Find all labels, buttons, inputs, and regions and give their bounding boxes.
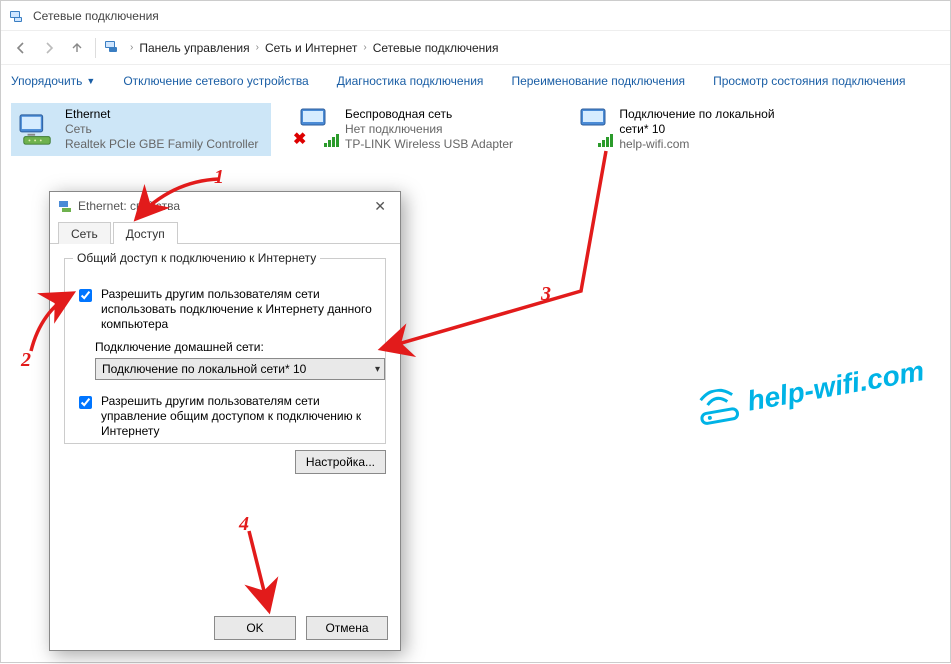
- router-icon: [693, 386, 744, 436]
- annotation-arrows: [1, 1, 951, 664]
